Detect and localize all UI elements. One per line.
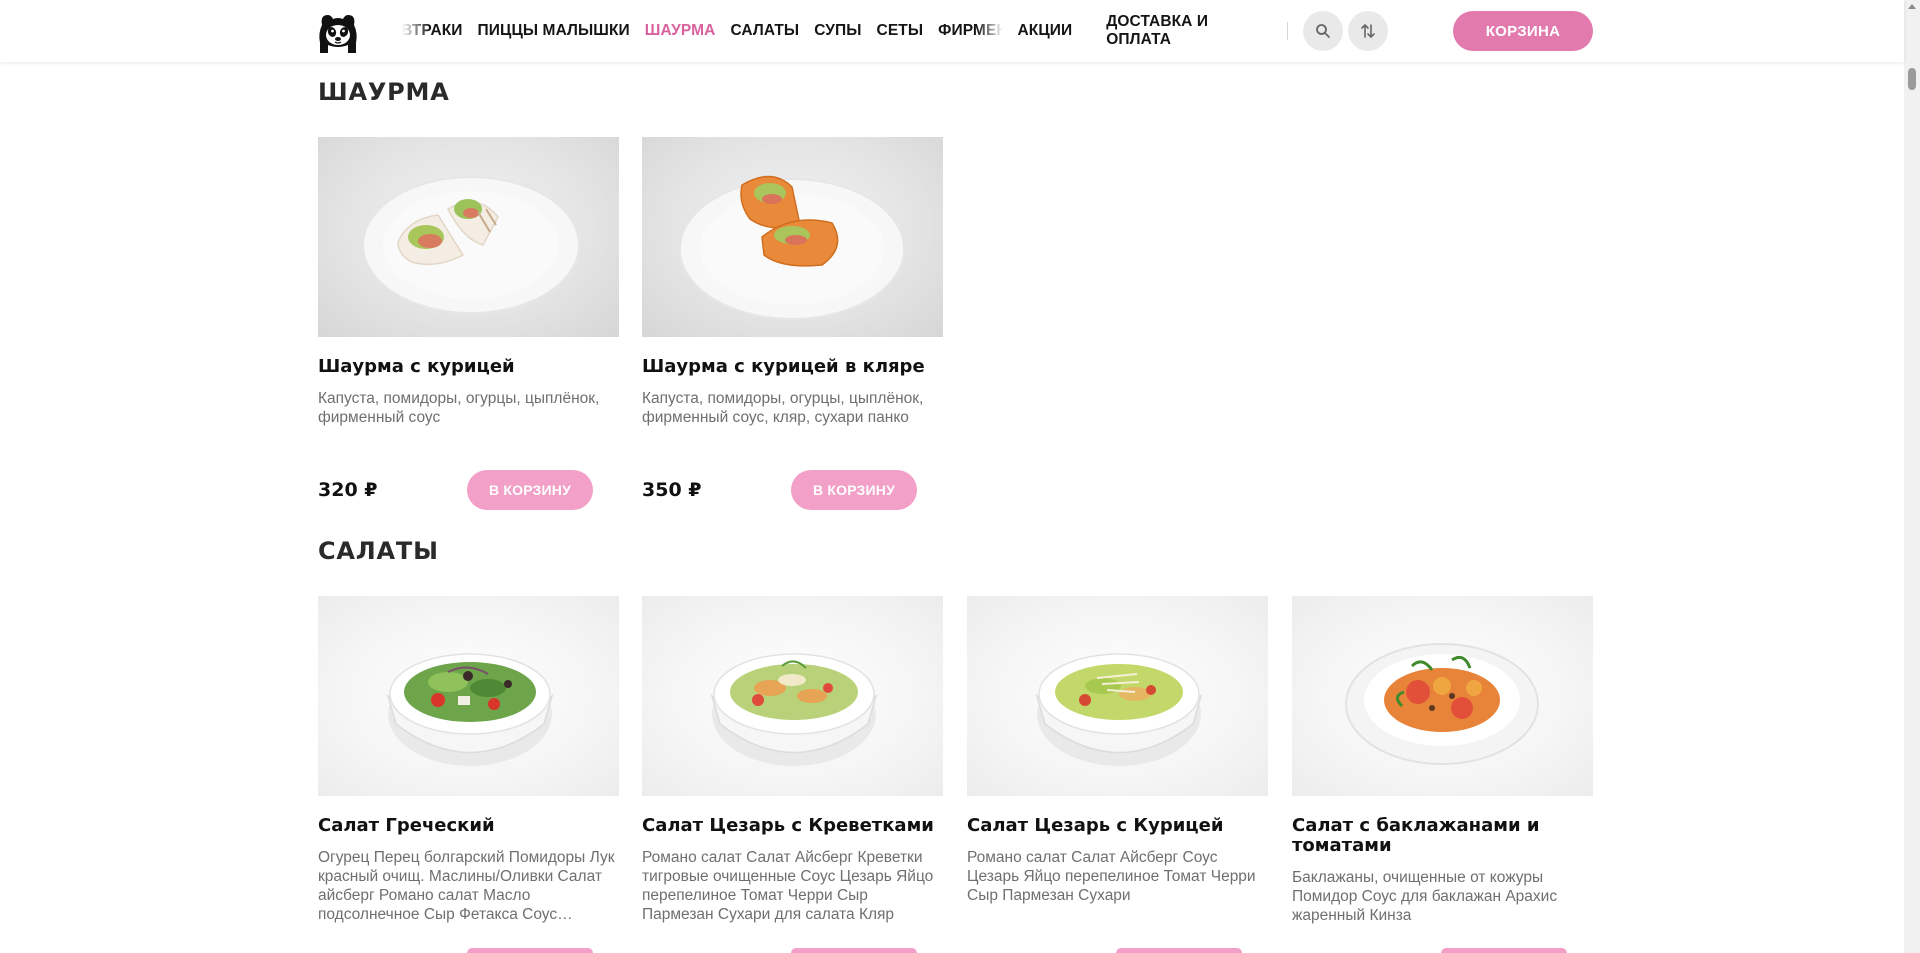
product-price: 350 ₽ [642, 479, 702, 501]
product-image[interactable] [318, 596, 619, 796]
nav-item-sets[interactable]: СЕТЫ [877, 22, 924, 40]
search-button[interactable] [1303, 11, 1343, 51]
section-title-shaurma: ШАУРМА [318, 78, 450, 106]
nav-item-salads[interactable]: САЛАТЫ [730, 22, 799, 40]
product-name[interactable]: Шаурма с курицей в кляре [642, 357, 943, 377]
add-to-cart-button-partial[interactable] [1441, 948, 1567, 953]
scroll-up-arrow-icon[interactable] [1908, 4, 1916, 9]
nav-item-breakfast[interactable]: ЗАВТРАКИ [402, 22, 463, 40]
add-to-cart-button[interactable]: В КОРЗИНУ [791, 470, 917, 510]
product-image[interactable] [967, 596, 1268, 796]
nav-item-mini-pizzas[interactable]: ПИЦЦЫ МАЛЫШКИ [478, 22, 630, 40]
category-nav: ЗАВТРАКИ ПИЦЦЫ МАЛЫШКИ ШАУРМА САЛАТЫ СУП… [402, 0, 1004, 62]
scrollbar-thumb[interactable] [1908, 68, 1916, 90]
nav-item-signature-rolls[interactable]: ФИРМЕННЫЕ РОЛЛЫ [938, 22, 1003, 40]
product-description: Баклажаны, очищенные от кожуры Помидор С… [1292, 869, 1558, 924]
product-price: 320 ₽ [318, 479, 378, 501]
product-image[interactable] [318, 137, 619, 337]
product-name[interactable]: Салат Цезарь с Креветками [642, 816, 943, 836]
nav-item-shaurma[interactable]: ШАУРМА [645, 22, 716, 40]
site-header: ЗАВТРАКИ ПИЦЦЫ МАЛЫШКИ ШАУРМА САЛАТЫ СУП… [0, 0, 1904, 62]
product-card: Салат Цезарь с Креветками Романо салат С… [642, 596, 943, 953]
product-description: Огурец Перец болгарский Помидоры Лук кра… [318, 849, 615, 923]
main-nav: ЗАВТРАКИ ПИЦЦЫ МАЛЫШКИ ШАУРМА САЛАТЫ СУП… [402, 0, 1272, 62]
product-name[interactable]: Салат Цезарь с Курицей [967, 816, 1268, 836]
product-description: Романо салат Салат Айсберг Креветки тигр… [642, 849, 934, 923]
product-name[interactable]: Салат с баклажанами и томатами [1292, 816, 1593, 856]
sort-button[interactable] [1348, 11, 1388, 51]
product-card: Шаурма с курицей в кляре Капуста, помидо… [642, 137, 943, 510]
nav-link-delivery[interactable]: ДОСТАВКА И ОПЛАТА [1106, 13, 1272, 49]
product-image[interactable] [642, 137, 943, 337]
add-to-cart-button[interactable]: В КОРЗИНУ [467, 470, 593, 510]
panda-logo-icon[interactable] [318, 11, 358, 53]
product-image[interactable] [1292, 596, 1593, 796]
product-description: Романо салат Салат Айсберг Соус Цезарь Я… [967, 849, 1256, 904]
product-card: Салат Цезарь с Курицей Романо салат Сала… [967, 596, 1268, 953]
product-name[interactable]: Салат Греческий [318, 816, 619, 836]
nav-link-promotions[interactable]: АКЦИИ [1017, 22, 1072, 40]
header-divider [1287, 22, 1288, 40]
nav-item-soups[interactable]: СУПЫ [814, 22, 861, 40]
product-card: Салат Греческий Огурец Перец болгарский … [318, 596, 619, 953]
product-name[interactable]: Шаурма с курицей [318, 357, 619, 377]
product-description: Капуста, помидоры, огурцы, цыплёнок, фир… [642, 390, 924, 426]
add-to-cart-button-partial[interactable] [791, 948, 917, 953]
search-icon [1316, 24, 1330, 38]
product-description: Капуста, помидоры, огурцы, цыплёнок, фир… [318, 390, 600, 426]
page-scrollbar[interactable] [1904, 0, 1920, 953]
cart-button[interactable]: КОРЗИНА [1453, 11, 1593, 51]
product-card: Салат с баклажанами и томатами Баклажаны… [1292, 596, 1593, 953]
sort-icon [1361, 24, 1375, 38]
product-image[interactable] [642, 596, 943, 796]
product-card: Шаурма с курицей Капуста, помидоры, огур… [318, 137, 619, 510]
section-title-salads: САЛАТЫ [318, 537, 439, 565]
add-to-cart-button-partial[interactable] [1116, 948, 1242, 953]
add-to-cart-button-partial[interactable] [467, 948, 593, 953]
